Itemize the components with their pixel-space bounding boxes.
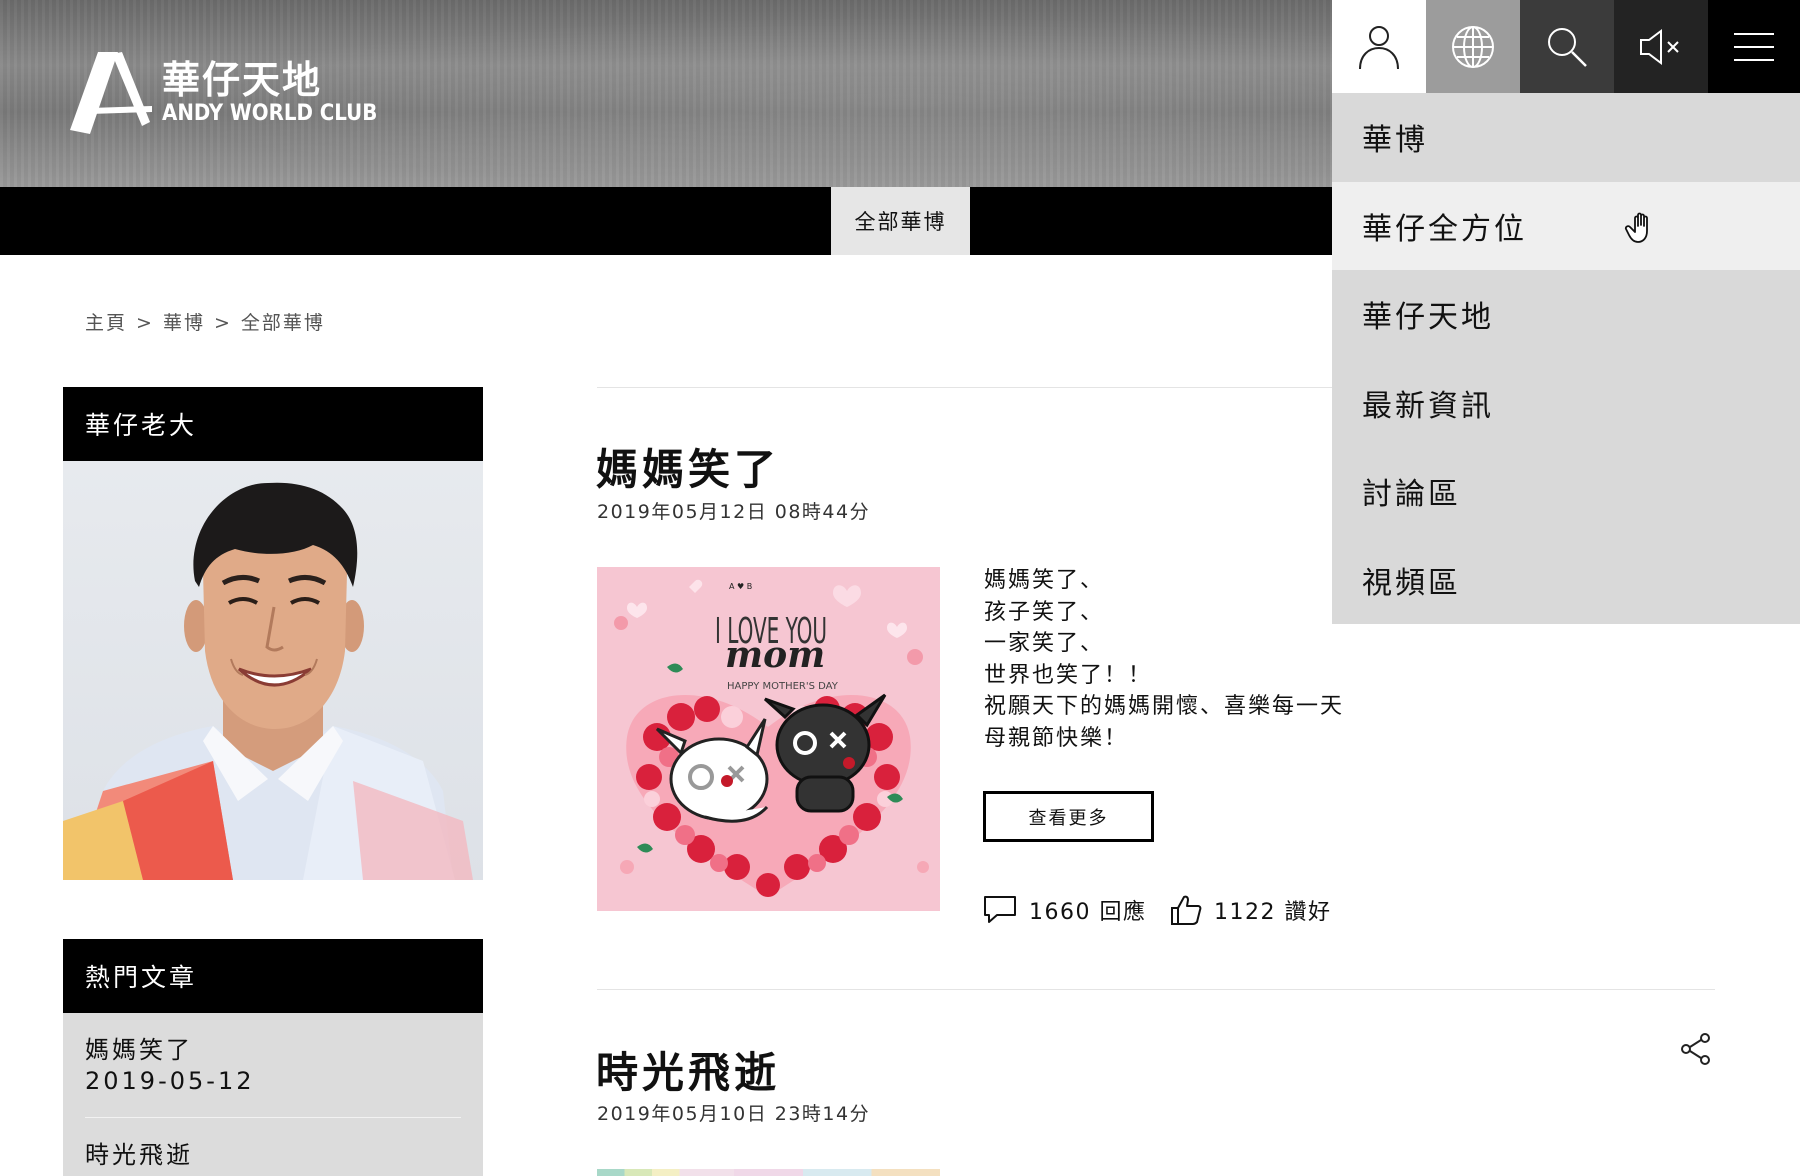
- logo-a-icon: [70, 52, 152, 134]
- thumbs-up-icon: [1171, 895, 1202, 925]
- menu-item-label: 視頻區: [1362, 565, 1461, 601]
- post-excerpt-line: 一家笑了、: [984, 631, 1105, 656]
- menu-item-label: 華博: [1362, 123, 1428, 159]
- menu-item-forum[interactable]: 討論區: [1332, 447, 1800, 536]
- likes-stat[interactable]: 1122 讚好: [1170, 894, 1331, 926]
- profile-photo: [63, 461, 483, 880]
- menu-item-video[interactable]: 視頻區: [1332, 536, 1800, 625]
- user-icon: [1359, 25, 1399, 69]
- hand-pointer-icon: [1624, 212, 1648, 243]
- post-excerpt-line: 媽媽笑了、: [984, 568, 1105, 593]
- hot-article-title: 時光飛逝: [85, 1141, 193, 1169]
- menu-item-label: 華仔天地: [1362, 300, 1494, 336]
- main-dropdown-menu: 華博 華仔全方位 華仔天地 最新資訊 討論區 視頻區: [1332, 93, 1800, 624]
- breadcrumb-separator: >: [213, 312, 232, 334]
- globe-icon: [1452, 25, 1494, 68]
- menu-item-andy-all-round[interactable]: 華仔全方位: [1332, 181, 1800, 270]
- post-date: 2019年05月12日 08時44分: [597, 501, 871, 523]
- comment-icon: [984, 896, 1016, 923]
- search-button[interactable]: [1520, 0, 1614, 93]
- divider: [597, 989, 1715, 990]
- user-button[interactable]: [1332, 0, 1426, 93]
- hot-article-item[interactable]: 媽媽笑了 2019-05-12: [85, 1013, 461, 1118]
- post-title[interactable]: 媽媽笑了: [596, 436, 780, 497]
- menu-button[interactable]: [1708, 0, 1800, 93]
- divider: [597, 387, 1332, 388]
- hot-articles-title: 熱門文章: [63, 939, 483, 1013]
- hot-articles-panel: 熱門文章 媽媽笑了 2019-05-12 時光飛逝: [63, 939, 483, 1176]
- profile-panel-title: 華仔老大: [63, 387, 483, 461]
- logo-chinese-name: 華仔天地: [162, 58, 323, 102]
- breadcrumb: 主頁 > 華博 > 全部華博: [85, 308, 325, 335]
- read-more-button[interactable]: 查看更多: [983, 791, 1154, 842]
- post-excerpt-line: 母親節快樂！: [984, 725, 1129, 751]
- menu-item-latest-news[interactable]: 最新資訊: [1332, 359, 1800, 448]
- menu-item-label: 華仔全方位: [1362, 211, 1527, 247]
- breadcrumb-blog[interactable]: 華博: [163, 312, 205, 334]
- logo-english-name: ANDY WORLD CLUB: [162, 101, 378, 126]
- hot-article-title: 媽媽笑了: [85, 1036, 193, 1064]
- tab-all-blog[interactable]: 全部華博: [831, 187, 970, 255]
- post-excerpt: 媽媽笑了、 孩子笑了、 一家笑了、 世界也笑了！！ 祝願天下的媽媽開懷、喜樂每一…: [984, 565, 1344, 754]
- comments-stat[interactable]: 1660 回應: [983, 894, 1146, 926]
- top-icon-bar: [1332, 0, 1800, 93]
- menu-item-label: 討論區: [1362, 477, 1461, 513]
- menu-item-label: 最新資訊: [1362, 388, 1494, 424]
- svg-text:A ♥ B: A ♥ B: [729, 582, 752, 591]
- mute-icon: [1640, 28, 1679, 65]
- card-line3: HAPPY MOTHER'S DAY: [727, 681, 839, 692]
- sound-toggle-button[interactable]: [1614, 0, 1708, 93]
- menu-item-andy-world[interactable]: 華仔天地: [1332, 270, 1800, 359]
- hot-articles-list: 媽媽笑了 2019-05-12 時光飛逝: [63, 1013, 483, 1176]
- hot-article-item[interactable]: 時光飛逝: [85, 1118, 461, 1176]
- hamburger-menu-icon: [1734, 32, 1774, 61]
- language-button[interactable]: [1426, 0, 1520, 93]
- profile-portrait-illustration: [63, 482, 473, 880]
- post-date: 2019年05月10日 23時14分: [597, 1103, 871, 1125]
- post-excerpt-line: 孩子笑了、: [984, 599, 1105, 625]
- breadcrumb-home[interactable]: 主頁: [85, 312, 127, 334]
- breadcrumb-current: 全部華博: [240, 312, 325, 334]
- post-image[interactable]: A ♥ B I LOVE YOU mom HAPPY MOTHER'S DAY: [597, 567, 940, 911]
- menu-item-blog[interactable]: 華博: [1332, 93, 1800, 182]
- likes-count: 1122 讚好: [1214, 900, 1332, 925]
- post-excerpt-line: 世界也笑了！！: [984, 662, 1153, 688]
- site-logo[interactable]: 華仔天地 ANDY WORLD CLUB: [68, 48, 377, 138]
- share-icon[interactable]: [1680, 1032, 1712, 1066]
- logo-wordmark: 華仔天地 ANDY WORLD CLUB: [162, 59, 377, 127]
- hot-article-date: 2019-05-12: [85, 1067, 255, 1095]
- post-excerpt-line: 祝願天下的媽媽開懷、喜樂每一天: [984, 694, 1345, 719]
- profile-panel: 華仔老大: [63, 387, 483, 880]
- card-line2: mom: [725, 634, 825, 676]
- search-icon: [1548, 27, 1587, 67]
- post-image-partial[interactable]: [597, 1169, 940, 1176]
- comments-count: 1660 回應: [1029, 900, 1147, 925]
- mothers-day-card-illustration: A ♥ B I LOVE YOU mom HAPPY MOTHER'S DAY: [597, 567, 940, 911]
- breadcrumb-separator: >: [136, 312, 154, 334]
- post-title[interactable]: 時光飛逝: [596, 1039, 780, 1100]
